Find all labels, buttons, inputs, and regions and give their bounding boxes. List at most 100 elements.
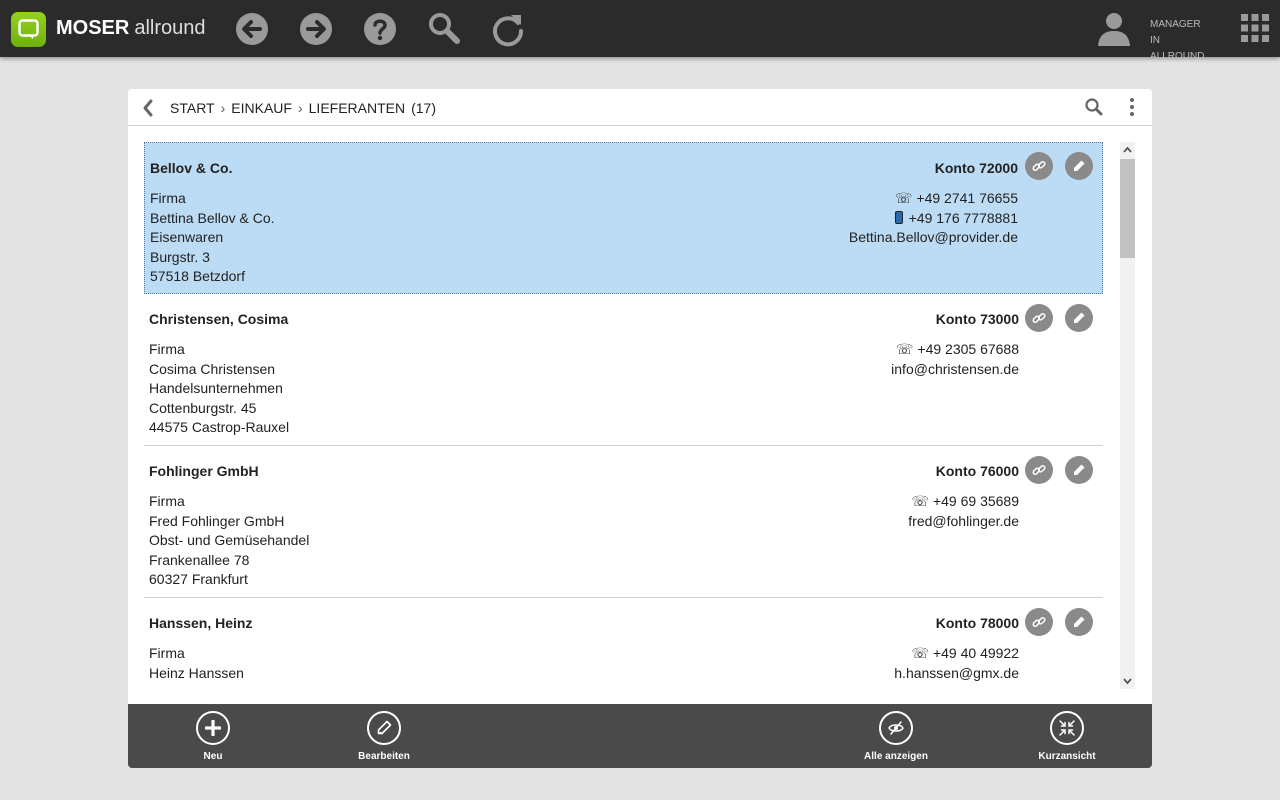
app-name: MOSER allround [56,17,206,40]
compact-view-label: Kurzansicht [1038,751,1096,762]
address-line: Frankenallee 78 [149,551,250,568]
email-address[interactable]: Bettina.Bellov@provider.de [849,228,1018,248]
list-item[interactable]: Hanssen, Heinz Firma Heinz Hanssen Konto… [144,598,1103,702]
address-line: Heinz Hanssen [149,664,244,681]
breadcrumb-start[interactable]: START [170,100,215,116]
supplier-address: Firma Heinz Hanssen [149,644,244,683]
forward-button[interactable] [298,11,334,47]
address-line: Handelsunternehmen [149,380,283,397]
list-search-button[interactable] [1084,97,1104,117]
breadcrumb: START › EINKAUF › LIEFERANTEN (17) [170,100,436,116]
back-icon [236,13,268,45]
mobile-number[interactable]: +49 176 7778881 [909,210,1018,226]
scroll-thumb[interactable] [1120,159,1135,258]
list-scrollbar[interactable] [1120,142,1135,689]
panel-back-button[interactable] [140,98,156,118]
search-button[interactable] [426,11,462,47]
contact-info: ☏ +49 2305 67688 info@christensen.de [891,340,1019,379]
search-icon [1085,98,1103,116]
show-all-circle [879,711,913,745]
breadcrumb-separator: › [220,100,226,116]
account-number: Konto 72000 [934,160,1018,176]
supplier-address: Firma Bettina Bellov & Co. Eisenwaren Bu… [150,189,275,287]
chat-bubble-icon [18,19,39,39]
address-line: Burgstr. 3 [150,248,210,265]
supplier-name: Fohlinger GmbH [149,463,259,479]
grid-icon [1241,14,1269,42]
list-item[interactable]: Christensen, Cosima Firma Cosima Christe… [144,294,1103,446]
top-bar: MOSER allround MANAGER IN ALLROUND [0,0,1280,62]
pencil-icon [1074,616,1085,627]
scroll-up-button[interactable] [1120,142,1135,158]
address-line: Cottenburgstr. 45 [149,399,257,416]
phone-line: ☏ +49 69 35689 [908,492,1019,512]
user-menu[interactable]: MANAGER IN ALLROUND [1096,10,1216,62]
app-logo[interactable] [11,12,46,47]
pencil-icon [1074,312,1085,323]
breadcrumb-einkauf[interactable]: EINKAUF [231,100,292,116]
show-all-button[interactable]: Alle anzeigen [851,711,941,763]
help-button[interactable] [362,11,398,47]
mobile-phone-icon [894,210,903,224]
breadcrumb-separator: › [297,100,303,116]
mobile-line: +49 176 7778881 [849,209,1018,229]
edit-button[interactable] [1065,608,1093,636]
plus-icon [205,720,221,736]
back-button[interactable] [234,11,270,47]
more-vertical-icon [1130,98,1134,116]
chevron-down-icon [1123,678,1132,685]
edit-button[interactable] [1065,304,1093,332]
email-address[interactable]: info@christensen.de [891,360,1019,380]
compact-view-button[interactable]: Kurzansicht [1022,711,1112,763]
phone-number[interactable]: +49 40 49922 [933,645,1019,661]
edit-button[interactable] [1065,456,1093,484]
link-icon [1032,312,1046,324]
link-icon [1032,464,1046,476]
user-role-line2: IN ALLROUND [1150,35,1205,62]
address-line: Firma [149,341,185,357]
phone-icon: ☏ [895,341,914,357]
edit-action-button[interactable]: Bearbeiten [339,711,429,763]
list-item[interactable]: Bellov & Co. Firma Bettina Bellov & Co. … [144,142,1103,294]
edit-button[interactable] [1065,152,1093,180]
brand-light: allround [134,17,206,39]
user-icon [1098,13,1130,46]
address-line: Cosima Christensen [149,360,276,377]
supplier-panel: START › EINKAUF › LIEFERANTEN (17) Bellov & C… [128,89,1152,768]
phone-line: ☏ +49 2741 76655 [849,189,1018,209]
list-item[interactable]: Fohlinger GmbH Firma Fred Fohlinger GmbH… [144,446,1103,598]
panel-header: START › EINKAUF › LIEFERANTEN (17) [128,89,1152,126]
address-line: Fred Fohlinger GmbH [149,512,285,529]
record-count: (17) [411,100,437,116]
email-address[interactable]: h.hanssen@gmx.de [894,664,1019,684]
address-line: Firma [149,493,185,509]
link-button[interactable] [1025,304,1053,332]
new-button[interactable]: Neu [168,711,258,763]
link-button[interactable] [1025,456,1053,484]
forward-icon [300,13,332,45]
phone-line: ☏ +49 40 49922 [894,644,1019,664]
breadcrumb-lieferanten[interactable]: LIEFERANTEN [309,100,405,116]
user-role: MANAGER IN ALLROUND [1150,17,1216,65]
phone-line: ☏ +49 2305 67688 [891,340,1019,360]
refresh-button[interactable] [490,11,526,47]
scroll-down-button[interactable] [1120,673,1135,689]
phone-number[interactable]: +49 69 35689 [933,493,1019,509]
email-address[interactable]: fred@fohlinger.de [908,512,1019,532]
address-line: 60327 Frankfurt [149,571,248,588]
link-button[interactable] [1025,608,1053,636]
apps-grid-button[interactable] [1240,13,1270,43]
link-button[interactable] [1025,152,1053,180]
search-icon [429,13,460,44]
phone-number[interactable]: +49 2305 67688 [917,341,1019,357]
edit-action-label: Bearbeiten [358,751,410,762]
link-icon [1032,160,1046,172]
account-number: Konto 73000 [935,311,1019,327]
supplier-address: Firma Fred Fohlinger GmbH Obst- und Gemü… [149,492,309,590]
phone-number[interactable]: +49 2741 76655 [916,190,1018,206]
pencil-icon [377,720,392,735]
compact-view-circle [1050,711,1084,745]
more-menu-button[interactable] [1122,97,1142,117]
chevron-left-icon [143,99,153,117]
refresh-icon [493,15,524,47]
